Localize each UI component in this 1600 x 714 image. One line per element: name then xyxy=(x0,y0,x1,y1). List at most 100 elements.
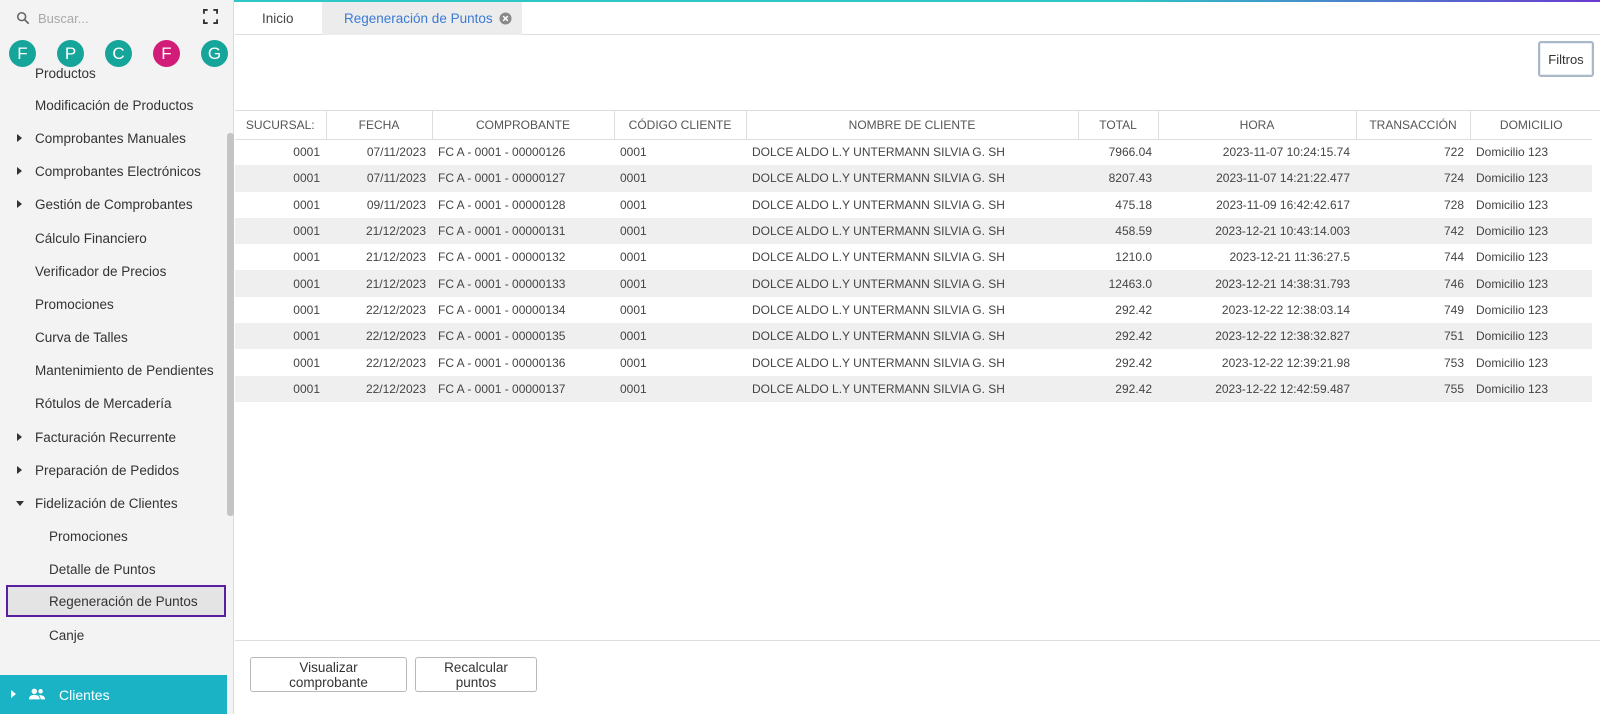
sidebar-item-productos[interactable]: Productos xyxy=(0,68,226,88)
table-cell: 8207.43 xyxy=(1078,165,1158,192)
sidebar-item-promociones[interactable]: Promociones xyxy=(0,521,226,551)
sidebar-scrollbar[interactable] xyxy=(227,133,234,516)
table-cell: FC A - 0001 - 00000136 xyxy=(432,349,614,376)
table-cell: Domicilio 123 xyxy=(1470,270,1592,297)
sidebar-item-label: Canje xyxy=(49,627,85,643)
sidebar-item-gestion-de-comprobantes[interactable]: Gestión de Comprobantes xyxy=(0,189,226,219)
chevron-right-icon xyxy=(17,134,22,142)
table-cell: 22/12/2023 xyxy=(326,375,432,402)
table-row[interactable]: 0001 07/11/2023 FC A - 0001 - 00000126 0001… xyxy=(235,139,1592,166)
table-row[interactable]: 0001 22/12/2023 FC A - 0001 - 00000136 0001… xyxy=(235,349,1592,376)
table-cell: 0001 xyxy=(614,375,746,402)
sidebar-item-label: Modificación de Productos xyxy=(35,97,194,113)
tab-regeneracion-de-puntos[interactable]: Regeneración de Puntos xyxy=(322,2,522,35)
table-row[interactable]: 0001 21/12/2023 FC A - 0001 - 00000133 0001… xyxy=(235,270,1592,297)
fullscreen-icon[interactable] xyxy=(203,9,218,24)
sidebar-item-comprobantes-electronicos[interactable]: Comprobantes Electrónicos xyxy=(0,156,226,186)
tab-bar: Inicio Regeneración de Puntos xyxy=(235,2,1600,35)
table-row[interactable]: 0001 22/12/2023 FC A - 0001 - 00000135 0001… xyxy=(235,323,1592,350)
sidebar-item-rotulos-de-mercaderia[interactable]: Rótulos de Mercadería xyxy=(0,388,226,418)
table-row[interactable]: 0001 09/11/2023 FC A - 0001 - 00000128 0001… xyxy=(235,191,1592,218)
tab-inicio[interactable]: Inicio xyxy=(235,2,321,35)
sidebar-item-modificacion-de-productos[interactable]: Modificación de Productos xyxy=(0,90,226,120)
avatar-row: FPCFG xyxy=(9,40,228,67)
sidebar-item-label: Cálculo Financiero xyxy=(35,230,147,246)
chevron-right-icon xyxy=(17,167,22,175)
sidebar-item-label: Comprobantes Electrónicos xyxy=(35,163,201,179)
table-cell: 0001 xyxy=(235,191,326,218)
table-cell: DOLCE ALDO L.Y UNTERMANN SILVIA G. SH xyxy=(746,217,1078,245)
sidebar-section-clientes[interactable]: Clientes xyxy=(0,675,227,714)
table-cell: 724 xyxy=(1356,165,1470,192)
table-cell: 2023-12-21 10:43:14.003 xyxy=(1158,217,1356,245)
table-cell: 2023-12-22 12:39:21.98 xyxy=(1158,349,1356,376)
column-header[interactable]: NOMBRE DE CLIENTE xyxy=(746,111,1079,140)
sidebar-item-fidelizacion-de-clientes[interactable]: Fidelización de Clientes xyxy=(0,488,226,518)
sidebar-item-label: Promociones xyxy=(49,528,128,544)
table-row[interactable]: 0001 21/12/2023 FC A - 0001 - 00000132 0001… xyxy=(235,244,1592,271)
table-cell: 0001 xyxy=(235,244,326,271)
table-row[interactable]: 0001 22/12/2023 FC A - 0001 - 00000137 0001… xyxy=(235,375,1592,402)
table-cell: FC A - 0001 - 00000126 xyxy=(432,139,614,166)
column-header[interactable]: HORA xyxy=(1158,111,1357,140)
main-content: Inicio Regeneración de Puntos Filtros SU… xyxy=(235,0,1600,714)
recalculate-points-button[interactable]: Recalcular puntos xyxy=(415,657,537,692)
table-cell: FC A - 0001 - 00000137 xyxy=(432,375,614,402)
table-cell: FC A - 0001 - 00000131 xyxy=(432,217,614,245)
table-cell: 0001 xyxy=(235,375,326,402)
chevron-right-icon xyxy=(17,466,22,474)
table-cell: DOLCE ALDO L.Y UNTERMANN SILVIA G. SH xyxy=(746,270,1078,297)
sidebar-item-facturacion-recurrente[interactable]: Facturación Recurrente xyxy=(0,422,226,452)
column-header[interactable]: FECHA xyxy=(326,111,433,140)
table-cell: Domicilio 123 xyxy=(1470,139,1592,166)
view-voucher-button[interactable]: Visualizar comprobante xyxy=(250,657,407,692)
table-cell: 22/12/2023 xyxy=(326,323,432,350)
table-cell: FC A - 0001 - 00000128 xyxy=(432,191,614,218)
sidebar-item-preparacion-de-pedidos[interactable]: Preparación de Pedidos xyxy=(0,455,226,485)
table-cell: FC A - 0001 - 00000127 xyxy=(432,165,614,192)
table-cell: 7966.04 xyxy=(1078,139,1158,166)
search-input[interactable] xyxy=(38,10,188,26)
avatar[interactable]: F xyxy=(9,40,36,67)
table-cell: 722 xyxy=(1356,139,1470,166)
avatar[interactable]: G xyxy=(201,40,228,67)
users-icon xyxy=(28,688,46,700)
sidebar-item-curva-de-talles[interactable]: Curva de Talles xyxy=(0,322,226,352)
sidebar-item-verificador-de-precios[interactable]: Verificador de Precios xyxy=(0,256,226,286)
table-row[interactable]: 0001 07/11/2023 FC A - 0001 - 00000127 0001… xyxy=(235,165,1592,192)
table-cell: DOLCE ALDO L.Y UNTERMANN SILVIA G. SH xyxy=(746,375,1078,402)
filters-button[interactable]: Filtros xyxy=(1538,41,1594,77)
column-header[interactable]: COMPROBANTE xyxy=(432,111,615,140)
table-cell: FC A - 0001 - 00000134 xyxy=(432,296,614,324)
table-cell: DOLCE ALDO L.Y UNTERMANN SILVIA G. SH xyxy=(746,244,1078,271)
chevron-right-icon xyxy=(11,690,16,698)
column-header[interactable]: TOTAL xyxy=(1078,111,1159,140)
table-cell: Domicilio 123 xyxy=(1470,191,1592,218)
sidebar-item-canje[interactable]: Canje xyxy=(0,620,226,650)
table-cell: 0001 xyxy=(235,139,326,166)
column-header[interactable]: CÓDIGO CLIENTE xyxy=(614,111,747,140)
avatar[interactable]: F xyxy=(153,40,180,67)
sidebar-item-comprobantes-manuales[interactable]: Comprobantes Manuales xyxy=(0,123,226,153)
table-cell: Domicilio 123 xyxy=(1470,375,1592,402)
close-icon[interactable] xyxy=(499,12,512,25)
sidebar-item-promociones[interactable]: Promociones xyxy=(0,289,226,319)
avatar[interactable]: P xyxy=(57,40,84,67)
sidebar-item-calculo-financiero[interactable]: Cálculo Financiero xyxy=(0,223,226,253)
table-cell: 2023-11-09 16:42:42.617 xyxy=(1158,191,1356,218)
column-header[interactable]: DOMICILIO xyxy=(1470,111,1592,140)
column-header[interactable]: SUCURSAL: xyxy=(235,111,327,140)
table-cell: FC A - 0001 - 00000135 xyxy=(432,323,614,350)
table-cell: 0001 xyxy=(614,217,746,245)
sidebar-item-mantenimiento-de-pendientes[interactable]: Mantenimiento de Pendientes xyxy=(0,355,226,385)
sidebar-item-label: Fidelización de Clientes xyxy=(35,495,178,511)
table-row[interactable]: 0001 21/12/2023 FC A - 0001 - 00000131 0001… xyxy=(235,217,1592,245)
sidebar-item-regeneracion-de-puntos[interactable]: Regeneración de Puntos xyxy=(6,585,226,617)
sidebar-item-label: Mantenimiento de Pendientes xyxy=(35,362,214,378)
table-row[interactable]: 0001 22/12/2023 FC A - 0001 - 00000134 0001… xyxy=(235,296,1592,324)
avatar[interactable]: C xyxy=(105,40,132,67)
sidebar-item-detalle-de-puntos[interactable]: Detalle de Puntos xyxy=(0,554,226,584)
table-cell: 2023-12-22 12:38:32.827 xyxy=(1158,323,1356,350)
column-header[interactable]: TRANSACCIÓN xyxy=(1356,111,1471,140)
chevron-right-icon xyxy=(17,433,22,441)
